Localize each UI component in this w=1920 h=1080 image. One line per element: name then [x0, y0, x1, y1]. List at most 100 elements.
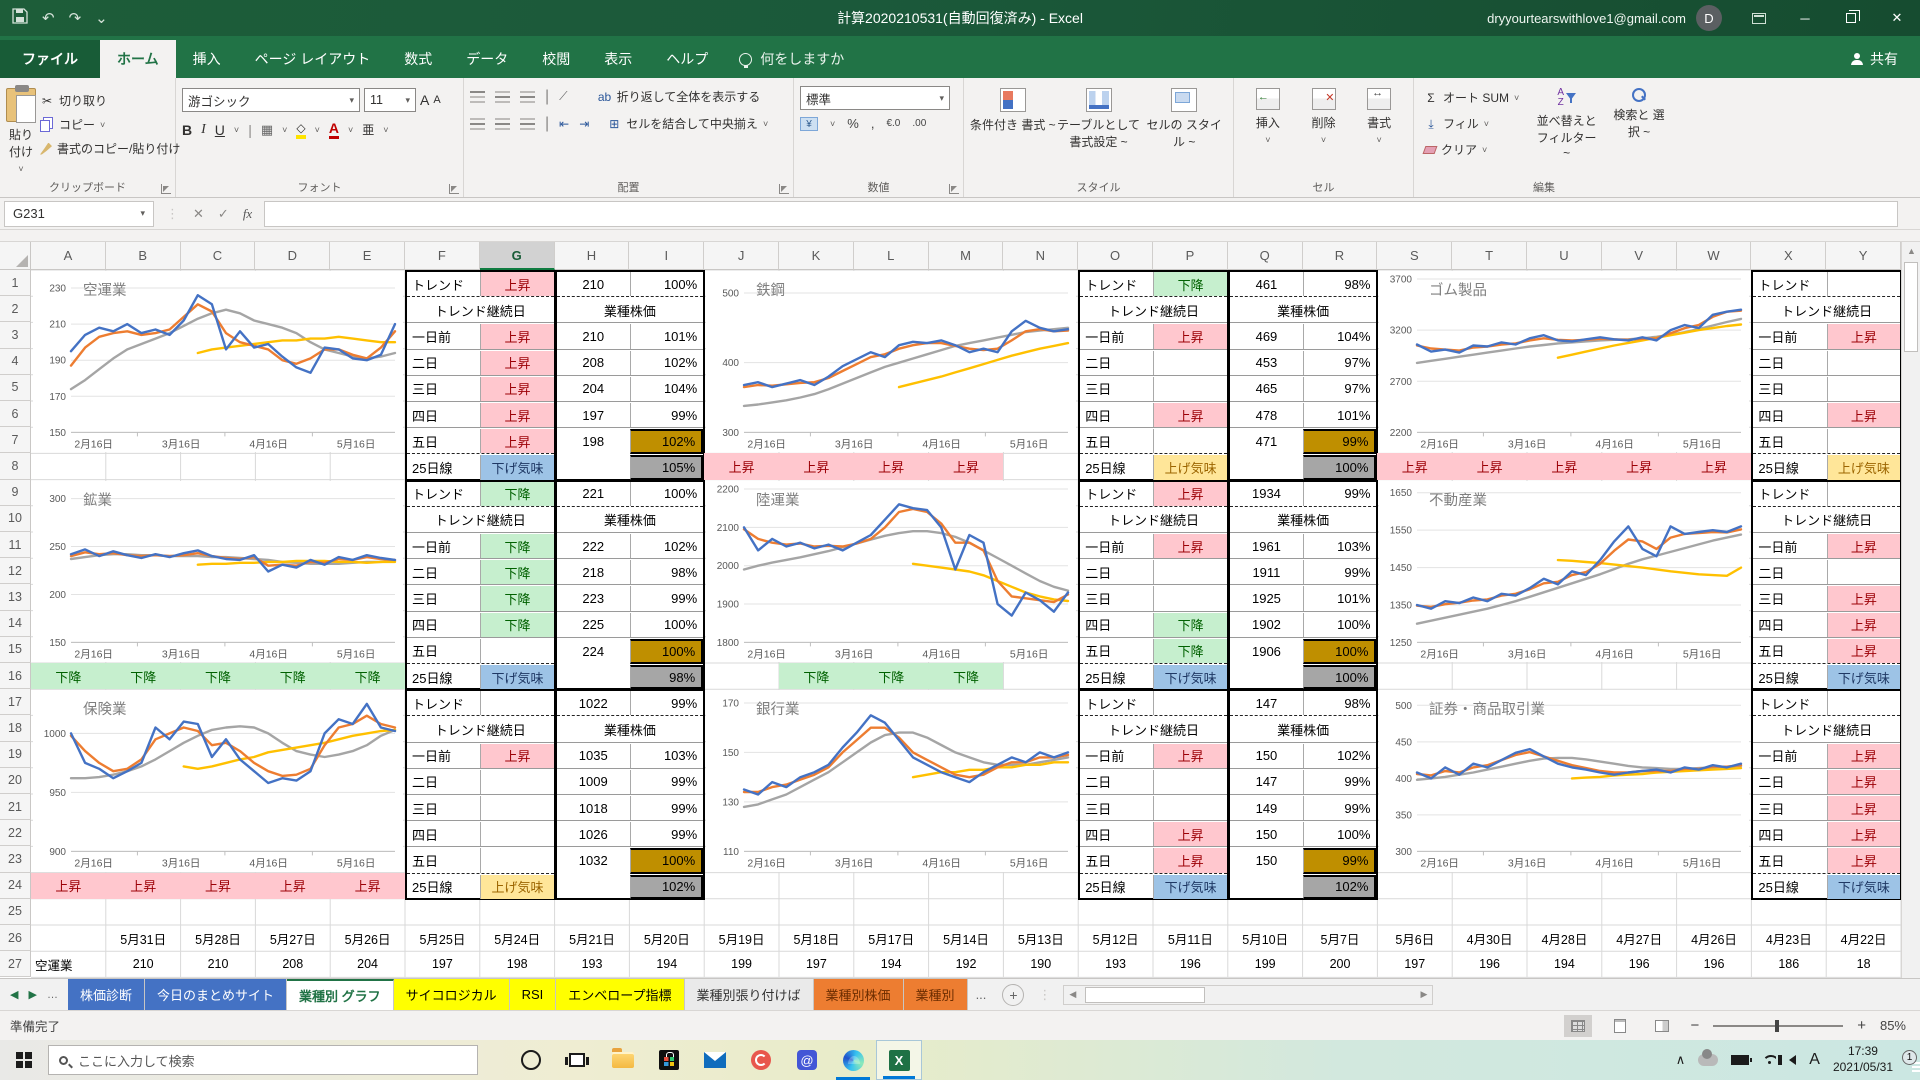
trend-value[interactable]: 下降 [480, 482, 553, 506]
select-all-corner[interactable] [0, 242, 31, 270]
strip-cell[interactable]: 上昇 [1452, 453, 1527, 479]
day-label[interactable]: 四日 [407, 613, 480, 637]
column-header-A[interactable]: A [31, 242, 106, 270]
value-cell[interactable]: 197 [1377, 951, 1452, 977]
red-app-button[interactable] [738, 1040, 784, 1080]
line25-value[interactable]: 下げ気味 [480, 665, 553, 689]
ribbon-tab-ページ レイアウト[interactable]: ページ レイアウト [238, 40, 388, 78]
column-header-O[interactable]: O [1078, 242, 1153, 270]
value-cell[interactable]: 200 [1303, 951, 1378, 977]
scroll-right-icon[interactable]: ▶ [1415, 989, 1432, 1000]
line25-price-empty[interactable] [1230, 665, 1303, 689]
date-cell[interactable]: 5月12日 [1078, 925, 1153, 951]
day-pct[interactable]: 99% [630, 586, 703, 610]
bold-button[interactable]: B [182, 122, 192, 138]
chart-空運業[interactable]: 2302101901701502月16日3月16日4月16日5月16日空運業 [33, 271, 403, 452]
day-label[interactable]: 二日 [1753, 560, 1826, 584]
chart-鉄鋼[interactable]: 5004003002月16日3月16日4月16日5月16日鉄鋼 [706, 271, 1076, 452]
date-cell[interactable]: 5月11日 [1153, 925, 1228, 951]
normal-view-button[interactable] [1564, 1015, 1592, 1037]
day-trend-value[interactable]: 下降 [480, 586, 553, 610]
insert-function-icon[interactable]: fx [243, 206, 252, 222]
strip-cell[interactable]: 上昇 [929, 453, 1004, 479]
day-price[interactable]: 1911 [1230, 560, 1303, 584]
line25-value[interactable]: 下げ気味 [1827, 665, 1900, 689]
day-pct[interactable]: 102% [1303, 744, 1376, 768]
grow-font-button[interactable]: A [420, 92, 429, 108]
cell-styles-button[interactable]: セルの スタイル ~ [1141, 82, 1227, 174]
wrap-text-button[interactable]: ab 折り返して全体を表示する [594, 86, 765, 107]
day-trend-value[interactable]: 上昇 [480, 324, 553, 348]
day-label[interactable]: 二日 [407, 351, 480, 375]
day-label[interactable]: 四日 [1080, 403, 1153, 427]
day-label[interactable]: 五日 [1753, 848, 1826, 872]
sheet-tab-エンベロープ指標[interactable]: エンベロープ指標 [556, 979, 684, 1010]
day-pct[interactable]: 104% [630, 377, 703, 401]
current-price[interactable]: 221 [557, 482, 630, 506]
line25-label[interactable]: 25日線 [1080, 665, 1153, 689]
day-trend-value[interactable] [1827, 351, 1900, 375]
date-cell[interactable]: 5月28日 [181, 925, 256, 951]
number-format-combo[interactable]: 標準▾ [800, 86, 950, 110]
align-right-icon[interactable] [520, 118, 535, 130]
current-price[interactable]: 1934 [1230, 482, 1303, 506]
sector-row-label[interactable]: 空運業 [31, 951, 106, 977]
line25-pct[interactable]: 100% [1303, 455, 1376, 479]
column-header-X[interactable]: X [1751, 242, 1826, 270]
chart-陸運業[interactable]: 220021002000190018002月16日3月16日4月16日5月16日… [706, 481, 1076, 662]
column-header-U[interactable]: U [1527, 242, 1602, 270]
date-cell[interactable]: 5月24日 [480, 925, 555, 951]
column-header-R[interactable]: R [1303, 242, 1378, 270]
format-cells-button[interactable]: 書式˅ [1351, 82, 1407, 174]
day-trend-value[interactable]: 下降 [1153, 613, 1226, 637]
line25-value[interactable]: 下げ気味 [1827, 875, 1900, 899]
day-label[interactable]: 三日 [1753, 796, 1826, 820]
conditional-formatting-button[interactable]: 条件付き 書式 ~ [970, 82, 1056, 174]
column-header-C[interactable]: C [181, 242, 256, 270]
day-trend-value[interactable] [480, 848, 553, 872]
line25-value[interactable]: 下げ気味 [1153, 665, 1226, 689]
zoom-in-button[interactable]: + [1857, 1017, 1866, 1034]
row-header-27[interactable]: 27 [0, 951, 31, 977]
line25-label[interactable]: 25日線 [1753, 875, 1826, 899]
date-cell[interactable]: 4月22日 [1826, 925, 1901, 951]
day-label[interactable]: 四日 [407, 822, 480, 846]
store-button[interactable] [646, 1040, 692, 1080]
day-label[interactable]: 四日 [1753, 403, 1826, 427]
strip-cell[interactable]: 上昇 [779, 453, 854, 479]
day-label[interactable]: 五日 [1080, 639, 1153, 663]
line25-price-empty[interactable] [557, 455, 630, 479]
find-select-button[interactable]: 検索と 選択 ~ [1610, 82, 1668, 174]
trend-value[interactable] [480, 691, 553, 715]
day-pct[interactable]: 98% [630, 560, 703, 584]
line25-label[interactable]: 25日線 [407, 665, 480, 689]
value-cell[interactable]: 208 [255, 951, 330, 977]
phonetic-dropdown[interactable]: ˅ [383, 125, 388, 135]
day-pct[interactable]: 99% [1303, 560, 1376, 584]
column-header-S[interactable]: S [1377, 242, 1452, 270]
day-label[interactable]: 一日前 [1080, 534, 1153, 558]
day-label[interactable]: 四日 [1753, 822, 1826, 846]
day-label[interactable]: 二日 [407, 770, 480, 794]
row-header-13[interactable]: 13 [0, 584, 31, 610]
day-price[interactable]: 1902 [1230, 613, 1303, 637]
cortana-button[interactable] [508, 1040, 554, 1080]
day-trend-value[interactable]: 上昇 [1153, 534, 1226, 558]
ribbon-tab-ヘルプ[interactable]: ヘルプ [649, 40, 725, 78]
day-label[interactable]: 四日 [407, 403, 480, 427]
day-label[interactable]: 四日 [1080, 613, 1153, 637]
wifi-icon[interactable] [1762, 1055, 1776, 1065]
page-layout-view-button[interactable] [1606, 1015, 1634, 1037]
account-email[interactable]: dryyourtearswithlove1@gmail.com [1487, 11, 1686, 26]
row-header-5[interactable]: 5 [0, 375, 31, 401]
day-label[interactable]: 三日 [1080, 586, 1153, 610]
clock[interactable]: 17:39 2021/05/31 [1833, 1044, 1893, 1075]
font-dialog-launcher[interactable] [449, 184, 459, 194]
column-header-M[interactable]: M [929, 242, 1004, 270]
strip-cell[interactable]: 上昇 [1377, 453, 1452, 479]
sheet-tab-業種別張り付けば[interactable]: 業種別張り付けば [685, 979, 814, 1010]
strip-cell[interactable]: 下降 [106, 663, 181, 689]
row-header-25[interactable]: 25 [0, 899, 31, 925]
row-header-20[interactable]: 20 [0, 768, 31, 794]
formula-input[interactable] [264, 201, 1898, 227]
